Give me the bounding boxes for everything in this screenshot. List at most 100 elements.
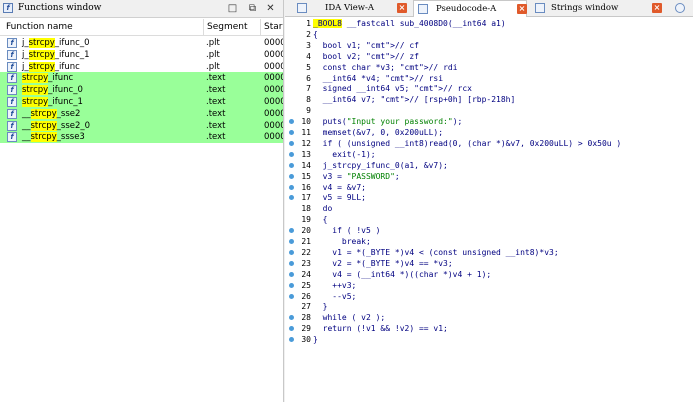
function-start: 0000 bbox=[264, 132, 283, 143]
code-line[interactable]: 17 v5 = 9LL; bbox=[285, 192, 693, 203]
strings-icon bbox=[535, 3, 545, 13]
function-row[interactable]: f j_strcpy_ifunc .plt 0000 bbox=[0, 61, 283, 73]
breakpoint-dot-icon[interactable] bbox=[289, 282, 294, 288]
tab-overflow[interactable] bbox=[673, 0, 689, 16]
line-number: 6 bbox=[306, 73, 311, 83]
code-text: break; bbox=[313, 237, 371, 246]
close-icon[interactable]: × bbox=[397, 3, 407, 13]
code-text: v1 = *(_BYTE *)v4 < (const unsigned __in… bbox=[313, 247, 559, 257]
code-text: signed __int64 v5; "cmt">// rcx bbox=[313, 84, 472, 94]
code-line[interactable]: 20 if ( !v5 ) bbox=[285, 225, 693, 236]
code-line[interactable]: 23 v2 = *(_BYTE *)v4 == *v3; bbox=[285, 258, 693, 269]
function-icon: f bbox=[7, 73, 17, 84]
code-line[interactable]: 5 const char *v3; "cmt">// rdi bbox=[285, 62, 693, 73]
code-line[interactable]: 4 bool v2; "cmt">// zf bbox=[285, 51, 693, 62]
column-divider[interactable] bbox=[260, 19, 261, 35]
tab-ida-view-a[interactable]: IDA View-A × bbox=[293, 0, 413, 16]
close-icon[interactable]: × bbox=[517, 4, 527, 14]
line-number: 16 bbox=[301, 182, 311, 192]
breakpoint-dot-icon[interactable] bbox=[289, 293, 294, 299]
close-icon[interactable]: × bbox=[652, 3, 662, 13]
code-line[interactable]: 26 --v5; bbox=[285, 291, 693, 302]
code-line[interactable]: 28 while ( v2 ); bbox=[285, 312, 693, 323]
tab-strings-window[interactable]: Strings window × bbox=[527, 0, 669, 16]
code-line[interactable]: 29 return (!v1 && !v2) == v1; bbox=[285, 323, 693, 334]
breakpoint-dot-icon[interactable] bbox=[289, 239, 294, 244]
column-divider[interactable] bbox=[203, 19, 204, 35]
function-row[interactable]: f __strcpy_sse2 .text 0000 bbox=[0, 107, 283, 120]
code-line[interactable]: 22 v1 = *(_BYTE *)v4 < (const unsigned _… bbox=[285, 247, 693, 258]
code-line[interactable]: 11 memset(&v7, 0, 0x200uLL); bbox=[285, 127, 693, 138]
function-segment: .text bbox=[206, 108, 226, 119]
code-line[interactable]: 9 bbox=[285, 105, 693, 116]
code-line[interactable]: 18 do bbox=[285, 203, 693, 214]
close-icon[interactable]: ✕ bbox=[264, 2, 277, 15]
code-line[interactable]: 19 { bbox=[285, 214, 693, 225]
code-line[interactable]: 15 v3 = "PASSWORD"; bbox=[285, 171, 693, 182]
code-line[interactable]: 27 } bbox=[285, 301, 693, 312]
breakpoint-dot-icon[interactable] bbox=[289, 119, 294, 125]
breakpoint-dot-icon[interactable] bbox=[289, 315, 294, 321]
hex-view-icon bbox=[675, 3, 685, 13]
function-row[interactable]: f __strcpy_ssse3 .text 0000 bbox=[0, 131, 283, 144]
function-row[interactable]: f j_strcpy_ifunc_0 .plt 0000 bbox=[0, 37, 283, 49]
code-line[interactable]: 3 bool v1; "cmt">// cf bbox=[285, 40, 693, 51]
breakpoint-dot-icon[interactable] bbox=[289, 228, 294, 234]
breakpoint-dot-icon[interactable] bbox=[289, 260, 294, 266]
function-row[interactable]: f strcpy_ifunc_0 .text 0000 bbox=[0, 84, 283, 97]
code-line[interactable]: 14 j_strcpy_ifunc_0(a1, &v7); bbox=[285, 160, 693, 171]
code-text: } bbox=[313, 335, 318, 345]
function-row[interactable]: f strcpy_ifunc .text 0000 bbox=[0, 72, 283, 85]
code-line[interactable]: 8 __int64 v7; "cmt">// [rsp+0h] [rbp-218… bbox=[285, 94, 693, 105]
line-number: 23 bbox=[301, 258, 311, 268]
code-text: { bbox=[313, 29, 318, 39]
function-row[interactable]: f __strcpy_sse2_0 .text 0000 bbox=[0, 119, 283, 132]
breakpoint-dot-icon[interactable] bbox=[289, 271, 294, 277]
code-line[interactable]: 2{ bbox=[285, 29, 693, 40]
pseudocode-icon bbox=[418, 4, 428, 14]
code-text: __int64 *v4; "cmt">// rsi bbox=[313, 73, 444, 83]
breakpoint-dot-icon[interactable] bbox=[289, 337, 294, 343]
code-line[interactable]: 1 _BOOL8 __fastcall sub_4008D0(__int64 a1… bbox=[285, 18, 693, 29]
code-line[interactable]: 21 break; bbox=[285, 236, 693, 247]
function-row[interactable]: f j_strcpy_ifunc_1 .plt 0000 bbox=[0, 49, 283, 61]
function-segment: .text bbox=[206, 97, 226, 107]
breakpoint-dot-icon[interactable] bbox=[289, 162, 294, 168]
column-start[interactable]: Star bbox=[264, 22, 282, 32]
column-segment[interactable]: Segment bbox=[207, 22, 248, 32]
pseudocode-editor[interactable]: 1 _BOOL8 __fastcall sub_4008D0(__int64 a1… bbox=[285, 17, 693, 402]
code-line[interactable]: 7 signed __int64 v5; "cmt">// rcx bbox=[285, 83, 693, 94]
pin-icon[interactable]: □ bbox=[226, 2, 239, 15]
breakpoint-dot-icon[interactable] bbox=[289, 184, 294, 190]
code-line[interactable]: 24 v4 = (__int64 *)((char *)v4 + 1); bbox=[285, 269, 693, 280]
breakpoint-dot-icon[interactable] bbox=[289, 195, 294, 201]
breakpoint-dot-icon[interactable] bbox=[289, 140, 294, 146]
code-line[interactable]: 6 __int64 *v4; "cmt">// rsi bbox=[285, 73, 693, 84]
code-text: do bbox=[313, 204, 333, 214]
code-line[interactable]: 10 puts("Input your password:"); bbox=[285, 116, 693, 127]
breakpoint-dot-icon[interactable] bbox=[289, 173, 294, 179]
function-segment: .plt bbox=[206, 49, 220, 60]
code-line[interactable]: 25 ++v3; bbox=[285, 280, 693, 291]
code-text: v2 = *(_BYTE *)v4 == *v3; bbox=[313, 258, 453, 268]
breakpoint-dot-icon[interactable] bbox=[289, 130, 294, 135]
functions-window-titlebar[interactable]: f Functions window □ ⧉ ✕ bbox=[0, 0, 283, 18]
breakpoint-dot-icon[interactable] bbox=[289, 151, 294, 157]
code-text: bool v1; "cmt">// cf bbox=[313, 40, 419, 50]
column-function-name[interactable]: Function name bbox=[6, 22, 73, 32]
breakpoint-dot-icon[interactable] bbox=[289, 326, 294, 332]
restore-icon[interactable]: ⧉ bbox=[246, 2, 259, 15]
function-name: __strcpy_sse2_0 bbox=[22, 120, 91, 131]
code-line[interactable]: 30} bbox=[285, 334, 693, 345]
breakpoint-dot-icon[interactable] bbox=[289, 249, 294, 255]
function-row[interactable]: f strcpy_ifunc_1 .text 0000 bbox=[0, 96, 283, 108]
code-line[interactable]: 12 if ( (unsigned __int8)read(0, (char *… bbox=[285, 138, 693, 149]
function-segment: .text bbox=[206, 132, 226, 143]
function-start: 0000 bbox=[264, 73, 283, 84]
code-text: v3 = "PASSWORD"; bbox=[313, 171, 400, 181]
tab-pseudocode-a[interactable]: Pseudocode-A × bbox=[413, 0, 527, 18]
line-number: 29 bbox=[301, 324, 311, 334]
code-line[interactable]: 13 exit(-1); bbox=[285, 149, 693, 160]
line-number: 22 bbox=[301, 247, 311, 257]
code-line[interactable]: 16 v4 = &v7; bbox=[285, 182, 693, 193]
